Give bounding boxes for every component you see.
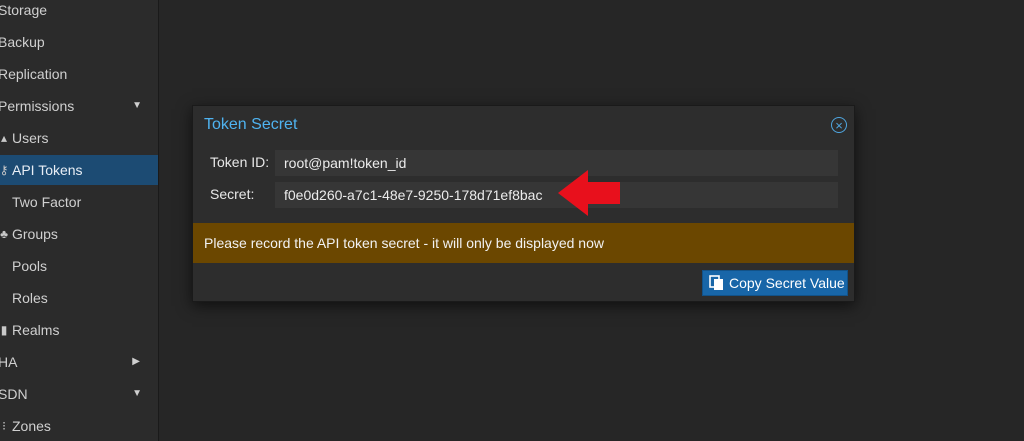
grid-icon: ⁝ [2,419,6,433]
chevron-down-icon[interactable]: ▼ [132,91,142,121]
sidebar-item-roles[interactable]: Roles [0,283,158,313]
sidebar-item-storage[interactable]: Storage [0,0,158,25]
sidebar-item-label: Users [12,130,49,146]
token-secret-dialog: Token Secret × Token ID: root@pam!token_… [192,105,855,302]
annotation-arrow-icon [558,170,620,216]
sidebar-item-label: Pools [12,258,48,274]
sidebar-item-label: Groups [12,226,58,242]
sidebar-item-replication[interactable]: Replication [0,59,158,89]
sidebar-item-label: Permissions [0,98,75,114]
sidebar-item-groups[interactable]: ♣ Groups [0,219,158,249]
page: Storage Backup Replication Permissions ▼… [0,0,1024,441]
sidebar-item-label: SDN [0,386,28,402]
sidebar-item-label: Storage [0,2,48,18]
users-icon: ♣ [0,227,8,241]
sidebar-item-label: Roles [12,290,48,306]
sidebar-item-backup[interactable]: Backup [0,27,158,57]
warning-banner: Please record the API token secret - it … [193,223,854,263]
copy-icon [709,275,723,290]
copy-secret-button[interactable]: Copy Secret Value [702,270,848,296]
chevron-down-icon[interactable]: ▼ [132,379,142,409]
sidebar-item-label: Replication [0,66,68,82]
sidebar-item-pools[interactable]: Pools [0,251,158,281]
sidebar-item-users[interactable]: ▴ Users [0,123,158,153]
sidebar-item-two-factor[interactable]: Two Factor [0,187,158,217]
sidebar-item-label: HA [0,354,18,370]
sidebar-item-realms[interactable]: ▮ Realms [0,315,158,345]
sidebar: Storage Backup Replication Permissions ▼… [0,0,159,441]
sidebar-item-label: Two Factor [12,194,82,210]
sidebar-item-label: API Tokens [12,162,83,178]
user-icon: ▴ [0,131,8,145]
token-id-label: Token ID: [210,154,270,170]
sidebar-item-label: Backup [0,34,45,50]
sidebar-item-label: Zones [12,418,51,434]
copy-secret-button-label: Copy Secret Value [729,275,845,291]
dialog-title: Token Secret [204,116,298,133]
sidebar-item-api-tokens[interactable]: ⚷ API Tokens [0,155,158,185]
secret-label: Secret: [210,186,255,202]
sidebar-item-permissions[interactable]: Permissions ▼ [0,91,158,121]
building-icon: ▮ [0,323,8,337]
sidebar-item-zones[interactable]: ⁝ Zones [0,411,158,441]
sidebar-item-label: Realms [12,322,60,338]
chevron-right-icon[interactable]: ▶ [132,347,140,377]
sidebar-item-ha[interactable]: HA ▶ [0,347,158,377]
key-icon: ⚷ [0,163,9,177]
close-icon[interactable]: × [831,117,847,133]
sidebar-item-sdn[interactable]: SDN ▼ [0,379,158,409]
